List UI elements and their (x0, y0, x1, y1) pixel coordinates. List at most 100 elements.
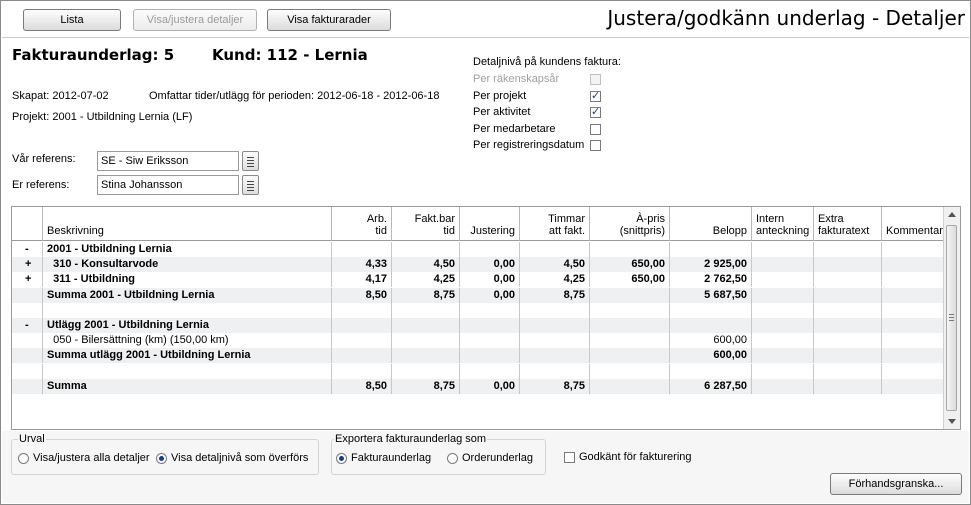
cell-apris (590, 302, 670, 318)
cell-tim (520, 302, 590, 318)
cell-intern (752, 363, 814, 379)
row-expander[interactable] (12, 302, 43, 318)
column-header-bel[interactable]: Belopp (670, 207, 752, 241)
cell-tim (520, 318, 590, 333)
urval-detaljniva-label[interactable]: Visa detaljnivå som överförs (171, 452, 308, 464)
godkant-checkbox[interactable] (564, 452, 575, 463)
er-referens-input[interactable]: Stina Johansson (97, 175, 239, 195)
row-expander[interactable]: + (12, 272, 43, 288)
urval-alla-detaljer-radio[interactable] (18, 453, 29, 464)
cell-tim: 8,75 (520, 378, 590, 394)
row-expander[interactable]: - (12, 318, 43, 333)
detaljniva-option-label[interactable]: Per projekt (473, 90, 526, 102)
cell-bel: 600,00 (670, 348, 752, 364)
exportera-fakturaunderlag-label[interactable]: Fakturaunderlag (351, 452, 431, 464)
cell-just (460, 333, 520, 349)
table-row[interactable]: Summa 8,50 8,75 0,00 8,75 6 287,50 (12, 378, 944, 394)
omfattar-label: Omfattar tider/utlägg för perioden: 2012… (149, 90, 440, 102)
detaljniva-option-label[interactable]: Per registreringsdatum (473, 139, 584, 151)
detaljniva-option-label[interactable]: Per aktivitet (473, 106, 530, 118)
cell-komm (882, 287, 944, 303)
cell-bel (670, 302, 752, 318)
er-referens-lookup-button[interactable] (242, 175, 259, 195)
column-header-tim[interactable]: Timmar att fakt. (520, 207, 590, 241)
table-row[interactable]: + 311 - Utbildning 4,17 4,25 0,00 4,25 650,00… (12, 272, 944, 288)
row-expander[interactable] (12, 363, 43, 379)
cell-just (460, 318, 520, 333)
cell-extra (814, 348, 882, 364)
cell-desc: 2001 - Utbildning Lernia (43, 242, 332, 257)
detaljniva-option-checkbox[interactable] (590, 124, 601, 135)
forhandsgranska-button[interactable]: Förhandsgranska... (830, 473, 962, 495)
table-row[interactable] (12, 363, 944, 379)
detaljniva-option-label[interactable]: Per medarbetare (473, 123, 556, 135)
column-header-intern[interactable]: Intern anteckning (752, 207, 814, 241)
column-header-exp[interactable] (12, 207, 43, 241)
cell-fakt: 8,75 (392, 378, 460, 394)
column-header-just[interactable]: Justering (460, 207, 520, 241)
cell-fakt: 4,25 (392, 272, 460, 288)
urval-detaljniva-radio[interactable] (156, 453, 167, 464)
cell-komm (882, 378, 944, 394)
fakturaunderlag-grid[interactable]: Beskrivning Arb. tid Fakt.bar tid Justering… (11, 206, 961, 430)
detaljniva-option-checkbox[interactable] (590, 105, 601, 118)
exportera-orderunderlag-radio[interactable] (447, 453, 458, 464)
column-header-apris[interactable]: À-pris (snittpris) (590, 207, 670, 241)
row-expander[interactable] (12, 287, 43, 303)
cell-tim: 4,25 (520, 272, 590, 288)
row-expander[interactable] (12, 348, 43, 364)
table-row[interactable]: -2001 - Utbildning Lernia (12, 242, 944, 257)
window: Lista Visa/justera detaljer Visa faktura… (0, 0, 971, 505)
cell-intern (752, 348, 814, 364)
var-referens-lookup-button[interactable] (242, 151, 259, 171)
column-header-fakt[interactable]: Fakt.bar tid (392, 207, 460, 241)
scroll-down-icon[interactable] (948, 419, 956, 424)
scroll-thumb[interactable] (946, 225, 957, 411)
fakturaunderlag-heading: Fakturaunderlag: 5 (12, 46, 175, 64)
cell-komm (882, 333, 944, 349)
grid-vertical-scrollbar[interactable] (943, 207, 960, 429)
row-expander[interactable] (12, 333, 43, 349)
cell-komm (882, 363, 944, 379)
column-header-label: Fakt.bar tid (414, 213, 455, 237)
table-row[interactable]: + 310 - Konsultarvode 4,33 4,50 0,00 4,50 650… (12, 257, 944, 273)
urval-alla-detaljer-label[interactable]: Visa/justera alla detaljer (33, 452, 150, 464)
cell-arb (332, 363, 392, 379)
cell-intern (752, 287, 814, 303)
table-row[interactable]: Summa utlägg 2001 - Utbildning Lernia 600… (12, 348, 944, 364)
column-header-arb[interactable]: Arb. tid (332, 207, 392, 241)
exportera-fakturaunderlag-radio[interactable] (336, 453, 347, 464)
lista-button[interactable]: Lista (23, 9, 121, 31)
skapat-label: Skapat: 2012-07-02 (12, 90, 109, 102)
row-expander[interactable]: - (12, 242, 43, 257)
detaljniva-option-checkbox[interactable] (590, 140, 601, 151)
row-expander[interactable] (12, 378, 43, 394)
table-row[interactable]: 050 - Bilersättning (km) (150,00 km) 600,… (12, 333, 944, 349)
cell-intern (752, 242, 814, 257)
column-header-komm[interactable]: Kommentar (882, 207, 944, 241)
detaljniva-option-checkbox[interactable] (590, 89, 601, 102)
cell-tim (520, 242, 590, 257)
kund-heading: Kund: 112 - Lernia (212, 46, 368, 64)
scroll-up-icon[interactable] (948, 212, 956, 217)
cell-apris: 650,00 (590, 272, 670, 288)
var-referens-input[interactable]: SE - Siw Eriksson (97, 151, 239, 171)
exportera-orderunderlag-label[interactable]: Orderunderlag (462, 452, 533, 464)
cell-bel (670, 318, 752, 333)
column-header-label: Belopp (712, 225, 747, 237)
godkant-label[interactable]: Godkänt för fakturering (579, 451, 692, 463)
cell-tim: 8,75 (520, 287, 590, 303)
table-row[interactable] (12, 302, 944, 318)
cell-arb (332, 333, 392, 349)
table-row[interactable]: - Utlägg 2001 - Utbildning Lernia (12, 318, 944, 333)
cell-apris (590, 318, 670, 333)
visa-fakturarader-button[interactable]: Visa fakturarader (267, 9, 391, 31)
column-header-extra[interactable]: Extra fakturatext (814, 207, 882, 241)
detaljniva-option-checkbox (590, 74, 601, 85)
table-row[interactable]: Summa 2001 - Utbildning Lernia 8,50 8,75 0,… (12, 287, 944, 303)
column-header-label: Timmar att fakt. (548, 213, 585, 237)
cell-desc: Summa (43, 378, 332, 394)
row-expander[interactable]: + (12, 257, 43, 273)
detaljniva-option-label: Per räkenskapsår (473, 73, 560, 85)
column-header-desc[interactable]: Beskrivning (43, 207, 332, 241)
